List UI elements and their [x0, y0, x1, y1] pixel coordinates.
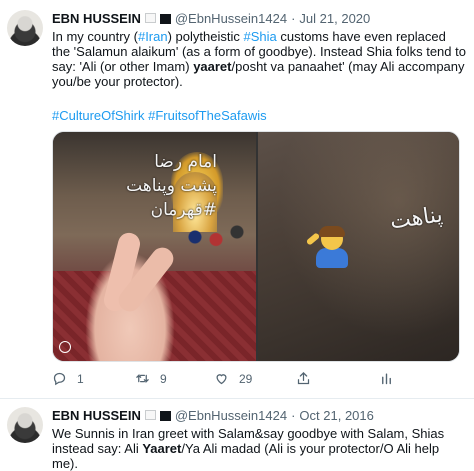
media-image-left[interactable]: امام رضا پشت وپناهت #قهرمان — [53, 132, 256, 361]
media-badge-icon — [59, 341, 71, 353]
author-name[interactable]: EBN HUSSEIN — [52, 408, 141, 423]
share-icon — [297, 371, 310, 385]
hashtag-link[interactable]: #Iran — [138, 29, 168, 44]
author-handle[interactable]: @EbnHussein1424 — [175, 11, 287, 26]
reply-icon — [53, 372, 66, 386]
retweet-button[interactable]: 9 — [135, 371, 167, 386]
analytics-button[interactable] — [379, 371, 394, 386]
tweet-header: EBN HUSSEIN @EbnHussein1424 · Jul 21, 20… — [52, 11, 370, 26]
separator-dot: · — [291, 408, 296, 423]
avatar[interactable] — [7, 407, 43, 443]
reply-count: 1 — [77, 371, 84, 386]
separator-dot: · — [291, 11, 296, 26]
tweet-2[interactable]: EBN HUSSEIN @EbnHussein1424 · Oct 21, 20… — [0, 399, 474, 471]
analytics-icon — [382, 373, 391, 385]
tweet-hashtags: #CultureOfShirk #FruitsofTheSafawis — [52, 108, 466, 123]
waving-person-emoji-icon — [305, 226, 352, 270]
author-handle[interactable]: @EbnHussein1424 — [175, 408, 287, 423]
tweet-text: We Sunnis in Iran greet with Salam&say g… — [52, 426, 445, 471]
tweet-actions: 1 9 29 — [52, 371, 452, 387]
like-count: 29 — [239, 371, 253, 386]
black-flag-icon — [159, 410, 171, 421]
white-flag-icon — [144, 409, 156, 420]
tweet-1[interactable]: EBN HUSSEIN @EbnHussein1424 · Jul 21, 20… — [0, 0, 474, 399]
image-overlay-text: امام رضا پشت وپناهت #قهرمان — [126, 152, 217, 220]
tweet-date[interactable]: Jul 21, 2020 — [299, 11, 370, 26]
media-image-right[interactable]: پناهت — [258, 132, 459, 361]
tweet-media[interactable]: امام رضا پشت وپناهت #قهرمان پناهت — [52, 131, 460, 362]
white-flag-icon — [144, 12, 156, 23]
author-name[interactable]: EBN HUSSEIN — [52, 11, 141, 26]
black-flag-icon — [159, 13, 171, 24]
share-button[interactable] — [296, 371, 311, 386]
retweet-count: 9 — [160, 371, 167, 386]
hashtag-link[interactable]: #CultureOfShirk — [52, 108, 144, 123]
tweet-date[interactable]: Oct 21, 2016 — [299, 408, 373, 423]
retweet-icon — [136, 373, 149, 384]
reply-button[interactable]: 1 — [52, 371, 84, 386]
hashtag-link[interactable]: #FruitsofTheSafawis — [148, 108, 267, 123]
hashtag-link[interactable]: #Shia — [243, 29, 276, 44]
tweet-header: EBN HUSSEIN @EbnHussein1424 · Oct 21, 20… — [52, 408, 374, 423]
like-button[interactable]: 29 — [214, 371, 252, 386]
tweet-text: In my country (#Iran) polytheistic #Shia… — [52, 29, 466, 89]
heart-icon — [216, 374, 227, 385]
avatar[interactable] — [7, 10, 43, 46]
